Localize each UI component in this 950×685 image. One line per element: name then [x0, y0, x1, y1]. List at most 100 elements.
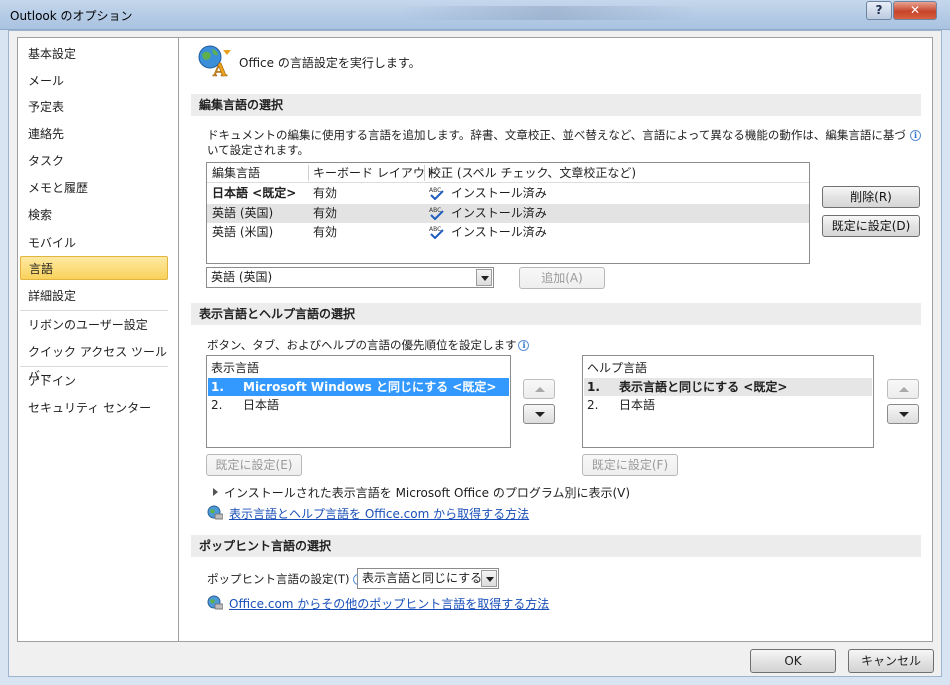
title-bar: Outlook のオプション ? ✕ — [0, 0, 950, 30]
editing-description: ドキュメントの編集に使用する言語を追加します。辞書、文章校正、並べ替えなど、言語… — [207, 128, 906, 157]
list-item[interactable]: 1. 表示言語と同じにする <既定> — [584, 378, 872, 396]
column-header-proofing: 校正 (スペル チェック、文章校正など) — [429, 166, 637, 180]
screentip-combo-value: 表示言語と同じにする — [362, 571, 483, 585]
svg-text:ABC: ABC — [429, 207, 441, 214]
table-row[interactable]: 日本語 <既定> 有効 ABC インストール済み — [207, 184, 809, 203]
table-row[interactable]: 英語 (英国) 有効 ABC インストール済み — [207, 204, 809, 223]
set-default-help-button[interactable]: 既定に設定(F) — [582, 454, 678, 476]
sidebar-divider — [20, 310, 168, 311]
column-header-language: 編集言語 — [212, 166, 261, 180]
display-language-list[interactable]: 表示言語 1. Microsoft Windows と同じにする <既定> 2. 日… — [206, 355, 511, 448]
svg-text:ABC: ABC — [429, 187, 441, 194]
info-icon[interactable]: i — [910, 130, 921, 141]
row-proofing: ABC インストール済み — [429, 223, 547, 242]
sidebar-item-notes[interactable]: メモと履歴 — [20, 176, 168, 200]
expander-label: インストールされた表示言語を Microsoft Office のプログラム別に… — [224, 486, 631, 500]
cancel-button[interactable]: キャンセル — [848, 649, 934, 673]
list-item-number: 1. — [211, 380, 224, 394]
sidebar-item-trust-center[interactable]: セキュリティ センター — [20, 396, 168, 420]
table-header: 編集言語 キーボード レイアウト 校正 (スペル チェック、文章校正など) — [207, 163, 809, 183]
sidebar-item-contacts[interactable]: 連絡先 — [20, 122, 168, 146]
remove-button[interactable]: 削除(R) — [822, 186, 920, 208]
svg-text:A: A — [212, 60, 228, 78]
program-languages-expander[interactable]: インストールされた表示言語を Microsoft Office のプログラム別に… — [213, 484, 630, 501]
row-keyboard: 有効 — [313, 186, 338, 200]
sidebar-item-search[interactable]: 検索 — [20, 203, 168, 227]
dropdown-arrow-icon[interactable] — [476, 269, 492, 286]
sidebar-item-customize-ribbon[interactable]: リボンのユーザー設定 — [20, 313, 168, 337]
close-icon[interactable]: ✕ — [893, 1, 937, 20]
help-move-down-button[interactable] — [887, 404, 919, 424]
editing-language-table: 編集言語 キーボード レイアウト 校正 (スペル チェック、文章校正など) 日本… — [206, 162, 810, 264]
ok-button[interactable]: OK — [750, 649, 836, 673]
display-description: ボタン、タブ、およびヘルプの言語の優先順位を設定します i — [207, 337, 530, 353]
list-item[interactable]: 2. 日本語 — [208, 396, 509, 414]
section-screentip-title: ポップヒント言語の選択 — [191, 535, 921, 557]
main-panel: A Office の言語設定を実行します。 編集言語の選択 ドキュメントの編集に… — [178, 37, 933, 642]
get-display-languages-link[interactable]: 表示言語とヘルプ言語を Office.com から取得する方法 — [229, 505, 529, 522]
screentip-language-combo[interactable]: 表示言語と同じにする — [357, 568, 499, 589]
help-move-up-button[interactable] — [887, 379, 919, 399]
sidebar-item-general[interactable]: 基本設定 — [20, 42, 168, 66]
list-item-label: Microsoft Windows と同じにする <既定> — [243, 380, 497, 394]
spellcheck-icon: ABC — [429, 187, 444, 200]
display-move-down-button[interactable] — [523, 404, 555, 424]
globe-link-icon — [207, 595, 223, 610]
sidebar-item-language[interactable]: 言語 — [20, 256, 168, 280]
list-item-number: 2. — [211, 398, 223, 412]
sidebar-item-advanced[interactable]: 詳細設定 — [20, 284, 168, 308]
display-list-header: 表示言語 — [211, 361, 260, 375]
row-language: 英語 (米国) — [212, 225, 274, 239]
sidebar-item-tasks[interactable]: タスク — [20, 149, 168, 173]
dropdown-arrow-icon[interactable] — [481, 570, 497, 587]
table-row[interactable]: 英語 (米国) 有効 ABC インストール済み — [207, 223, 809, 242]
svg-text:ABC: ABC — [429, 226, 441, 233]
dialog-client: 基本設定 メール 予定表 連絡先 タスク メモと履歴 検索 モバイル 言語 詳細… — [8, 30, 942, 677]
list-item-number: 1. — [587, 380, 600, 394]
set-default-editing-button[interactable]: 既定に設定(D) — [822, 215, 920, 237]
list-item[interactable]: 2. 日本語 — [584, 396, 872, 414]
globe-link-icon — [207, 505, 223, 520]
column-divider — [308, 165, 309, 181]
row-proofing-text: インストール済み — [451, 206, 547, 220]
list-item-label: 表示言語と同じにする <既定> — [619, 380, 788, 394]
help-language-list[interactable]: ヘルプ言語 1. 表示言語と同じにする <既定> 2. 日本語 — [582, 355, 874, 448]
column-divider — [424, 165, 425, 181]
sidebar-item-addins[interactable]: アドイン — [20, 369, 168, 393]
spellcheck-icon: ABC — [429, 207, 444, 220]
sidebar-item-mobile[interactable]: モバイル — [20, 231, 168, 255]
row-keyboard: 有効 — [313, 225, 338, 239]
help-icon[interactable]: ? — [866, 1, 892, 20]
list-item[interactable]: 1. Microsoft Windows と同じにする <既定> — [208, 378, 509, 396]
row-proofing: ABC インストール済み — [429, 204, 547, 223]
display-move-up-button[interactable] — [523, 379, 555, 399]
add-language-combo[interactable]: 英語 (英国) — [206, 267, 494, 288]
add-button[interactable]: 追加(A) — [519, 267, 605, 289]
list-item-number: 2. — [587, 398, 599, 412]
sidebar-item-calendar[interactable]: 予定表 — [20, 95, 168, 119]
sidebar-item-mail[interactable]: メール — [20, 69, 168, 93]
sidebar-divider — [20, 366, 168, 367]
set-default-display-button[interactable]: 既定に設定(E) — [206, 454, 302, 476]
row-keyboard: 有効 — [313, 206, 338, 220]
sidebar: 基本設定 メール 予定表 連絡先 タスク メモと履歴 検索 モバイル 言語 詳細… — [17, 37, 179, 642]
title-blur — [400, 6, 700, 20]
column-header-keyboard: キーボード レイアウト — [313, 166, 437, 180]
help-list-header: ヘルプ言語 — [587, 361, 648, 375]
sidebar-item-quick-access[interactable]: クイック アクセス ツール バー — [20, 340, 168, 383]
window-title: Outlook のオプション — [10, 9, 133, 23]
info-icon[interactable]: i — [518, 340, 530, 351]
row-language: 日本語 <既定> — [212, 186, 297, 200]
get-screentip-languages-link[interactable]: Office.com からその他のポップヒント言語を取得する方法 — [229, 595, 549, 612]
display-description-text: ボタン、タブ、およびヘルプの言語の優先順位を設定します — [207, 338, 517, 352]
row-language: 英語 (英国) — [212, 206, 274, 220]
header-text: Office の言語設定を実行します。 — [239, 56, 421, 70]
screentip-label-text: ポップヒント言語の設定(T) — [207, 572, 350, 586]
office-language-icon: A — [198, 45, 231, 78]
list-item-label: 日本語 — [243, 398, 280, 412]
row-proofing-text: インストール済み — [451, 225, 547, 239]
row-proofing-text: インストール済み — [451, 186, 547, 200]
section-editing-title: 編集言語の選択 — [191, 94, 921, 116]
row-proofing: ABC インストール済み — [429, 184, 547, 203]
spellcheck-icon: ABC — [429, 226, 444, 239]
